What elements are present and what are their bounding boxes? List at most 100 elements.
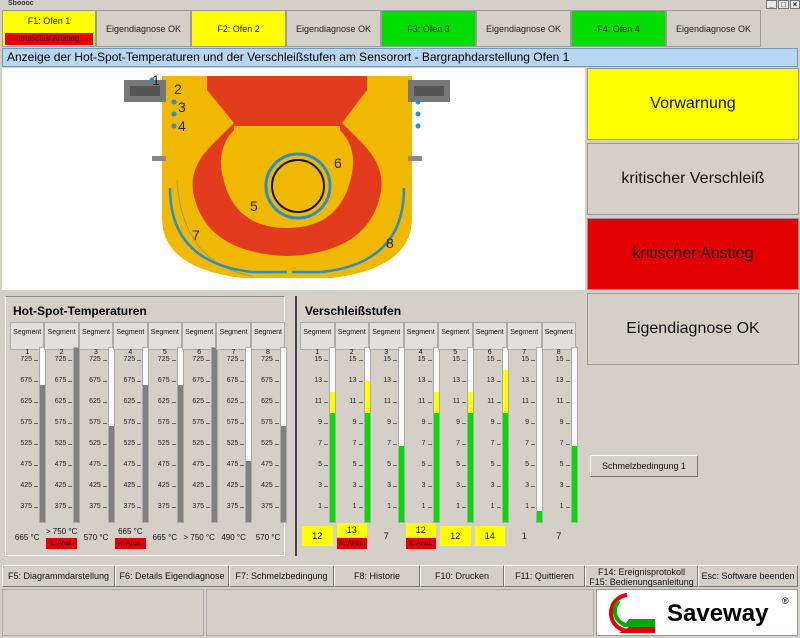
- tick-mark: [358, 423, 363, 424]
- tick-mark: [34, 381, 38, 382]
- bargraph: [329, 347, 336, 523]
- tick-mark: [531, 381, 535, 382]
- tick-mark: [68, 444, 73, 445]
- tick-mark: [462, 402, 466, 403]
- tick-label: 375: [54, 503, 67, 510]
- bar-fill: [212, 348, 217, 522]
- tick-label: 9: [421, 419, 426, 426]
- furnace-diagram: 1 2 3 4 5 6 7 8: [124, 72, 450, 278]
- tick-label: 11: [556, 398, 564, 405]
- tab-ofen-4[interactable]: F4: Ofen 4: [571, 10, 666, 47]
- tick-label: 725: [20, 356, 32, 363]
- tick-label: 525: [157, 440, 170, 447]
- tick-label: 425: [123, 482, 136, 489]
- tick-label: 675: [157, 377, 170, 384]
- tick-label: 15: [314, 356, 322, 363]
- tick-label: 11: [521, 398, 529, 405]
- tick-label: 425: [54, 482, 67, 489]
- tick-mark: [427, 381, 432, 382]
- tick-label: 5: [352, 461, 357, 468]
- tab-eigendiagnose-1[interactable]: Eigendiagnose OK: [96, 10, 191, 47]
- f14-f15-button[interactable]: F14: Ereignisprotokoll F15: Bedienungsan…: [585, 565, 698, 587]
- tick-label: 7: [456, 440, 460, 447]
- tick-label: 1: [525, 503, 529, 510]
- tab-ofen-2[interactable]: F2: Ofen 2: [191, 10, 286, 47]
- tick-mark: [358, 465, 363, 466]
- tick-label: 725: [192, 356, 204, 363]
- tick-mark: [68, 381, 73, 382]
- tick-mark: [324, 486, 328, 487]
- tick-label: 3: [421, 482, 426, 489]
- esc-exit-button[interactable]: Esc: Software beenden: [698, 565, 798, 587]
- status-kritischer-anstieg: kritischer Anstieg: [587, 218, 799, 290]
- sensor-label-1: 1: [152, 72, 160, 88]
- status-kritischer-verschleiss: kritischer Verschleiß: [587, 143, 799, 215]
- tick-label: 575: [20, 419, 32, 426]
- bargraph: [501, 347, 509, 523]
- tick-label: 15: [348, 356, 357, 363]
- close-button[interactable]: ×: [790, 0, 800, 9]
- f6-details-button[interactable]: F6: Details Eigendiagnose: [115, 565, 229, 587]
- tick-label: 625: [54, 398, 67, 405]
- tick-mark: [427, 360, 432, 361]
- tick-label: 525: [123, 440, 136, 447]
- schmelzbedingung-button[interactable]: Schmelzbedingung 1: [590, 455, 698, 477]
- bargraph: [142, 347, 150, 523]
- tab-eigendiagnose-3[interactable]: Eigendiagnose OK: [476, 10, 571, 47]
- segment-header: Segment 2: [334, 322, 369, 356]
- tab-eigendiagnose-2[interactable]: Eigendiagnose OK: [286, 10, 381, 47]
- tick-mark: [102, 486, 107, 487]
- tick-mark: [427, 486, 432, 487]
- tick-mark: [427, 423, 432, 424]
- tick-label: 625: [123, 398, 136, 405]
- tab-ofen-1[interactable]: F1: Ofen 1 kritischer Anstieg: [2, 10, 96, 47]
- tick-mark: [565, 444, 570, 445]
- tick-mark: [240, 423, 245, 424]
- status-vorwarnung: Vorwarnung: [587, 68, 799, 140]
- tick-mark: [324, 360, 328, 361]
- f5-diagram-button[interactable]: F5: Diagrammdarstellung: [2, 565, 115, 587]
- tick-mark: [393, 444, 397, 445]
- tick-mark: [531, 423, 535, 424]
- tab-eigendiagnose-4[interactable]: Eigendiagnose OK: [666, 10, 761, 47]
- bargraph: [73, 347, 81, 523]
- tick-label: 475: [20, 461, 32, 468]
- tick-mark: [240, 507, 245, 508]
- tab-ofen-3[interactable]: F3: Ofen 3: [381, 10, 476, 47]
- tick-label: 5: [559, 461, 564, 468]
- tick-mark: [34, 423, 38, 424]
- minimize-button[interactable]: _: [766, 0, 777, 9]
- tick-mark: [496, 507, 501, 508]
- status-eigendiagnose: Eigendiagnose OK: [587, 293, 799, 365]
- tick-mark: [102, 423, 107, 424]
- f15-label: F15: Bedienungsanleitung: [589, 577, 694, 587]
- bar-fill-yellow: [468, 391, 473, 414]
- tick-label: 675: [20, 377, 32, 384]
- alert-badge: k. Anst.: [115, 538, 146, 549]
- bar-fill-green: [537, 511, 542, 522]
- f10-drucken-button[interactable]: F10: Drucken: [420, 565, 504, 587]
- bar-fill-green: [399, 445, 404, 522]
- f11-quittieren-button[interactable]: F11: Quittieren: [504, 565, 585, 587]
- tick-mark: [496, 381, 501, 382]
- statusbar-middle: [206, 589, 594, 636]
- tick-label: 13: [417, 377, 426, 384]
- tick-label: 13: [555, 377, 564, 384]
- tick-mark: [531, 360, 535, 361]
- tick-label: 3: [559, 482, 564, 489]
- tick-mark: [34, 360, 38, 361]
- tick-label: 625: [192, 398, 204, 405]
- f7-schmelz-button[interactable]: F7: Schmelzbedingung: [229, 565, 334, 587]
- tick-label: 5: [490, 461, 495, 468]
- bar-fill: [177, 384, 183, 522]
- tick-label: 15: [383, 356, 391, 363]
- tick-label: 475: [89, 461, 101, 468]
- tick-label: 11: [487, 398, 495, 405]
- tick-label: 475: [192, 461, 204, 468]
- bar-fill: [40, 384, 45, 522]
- tick-label: 1: [456, 503, 460, 510]
- tick-mark: [206, 444, 210, 445]
- tick-mark: [68, 360, 73, 361]
- maximize-button[interactable]: □: [778, 0, 789, 9]
- f8-historie-button[interactable]: F8: Historie: [334, 565, 420, 587]
